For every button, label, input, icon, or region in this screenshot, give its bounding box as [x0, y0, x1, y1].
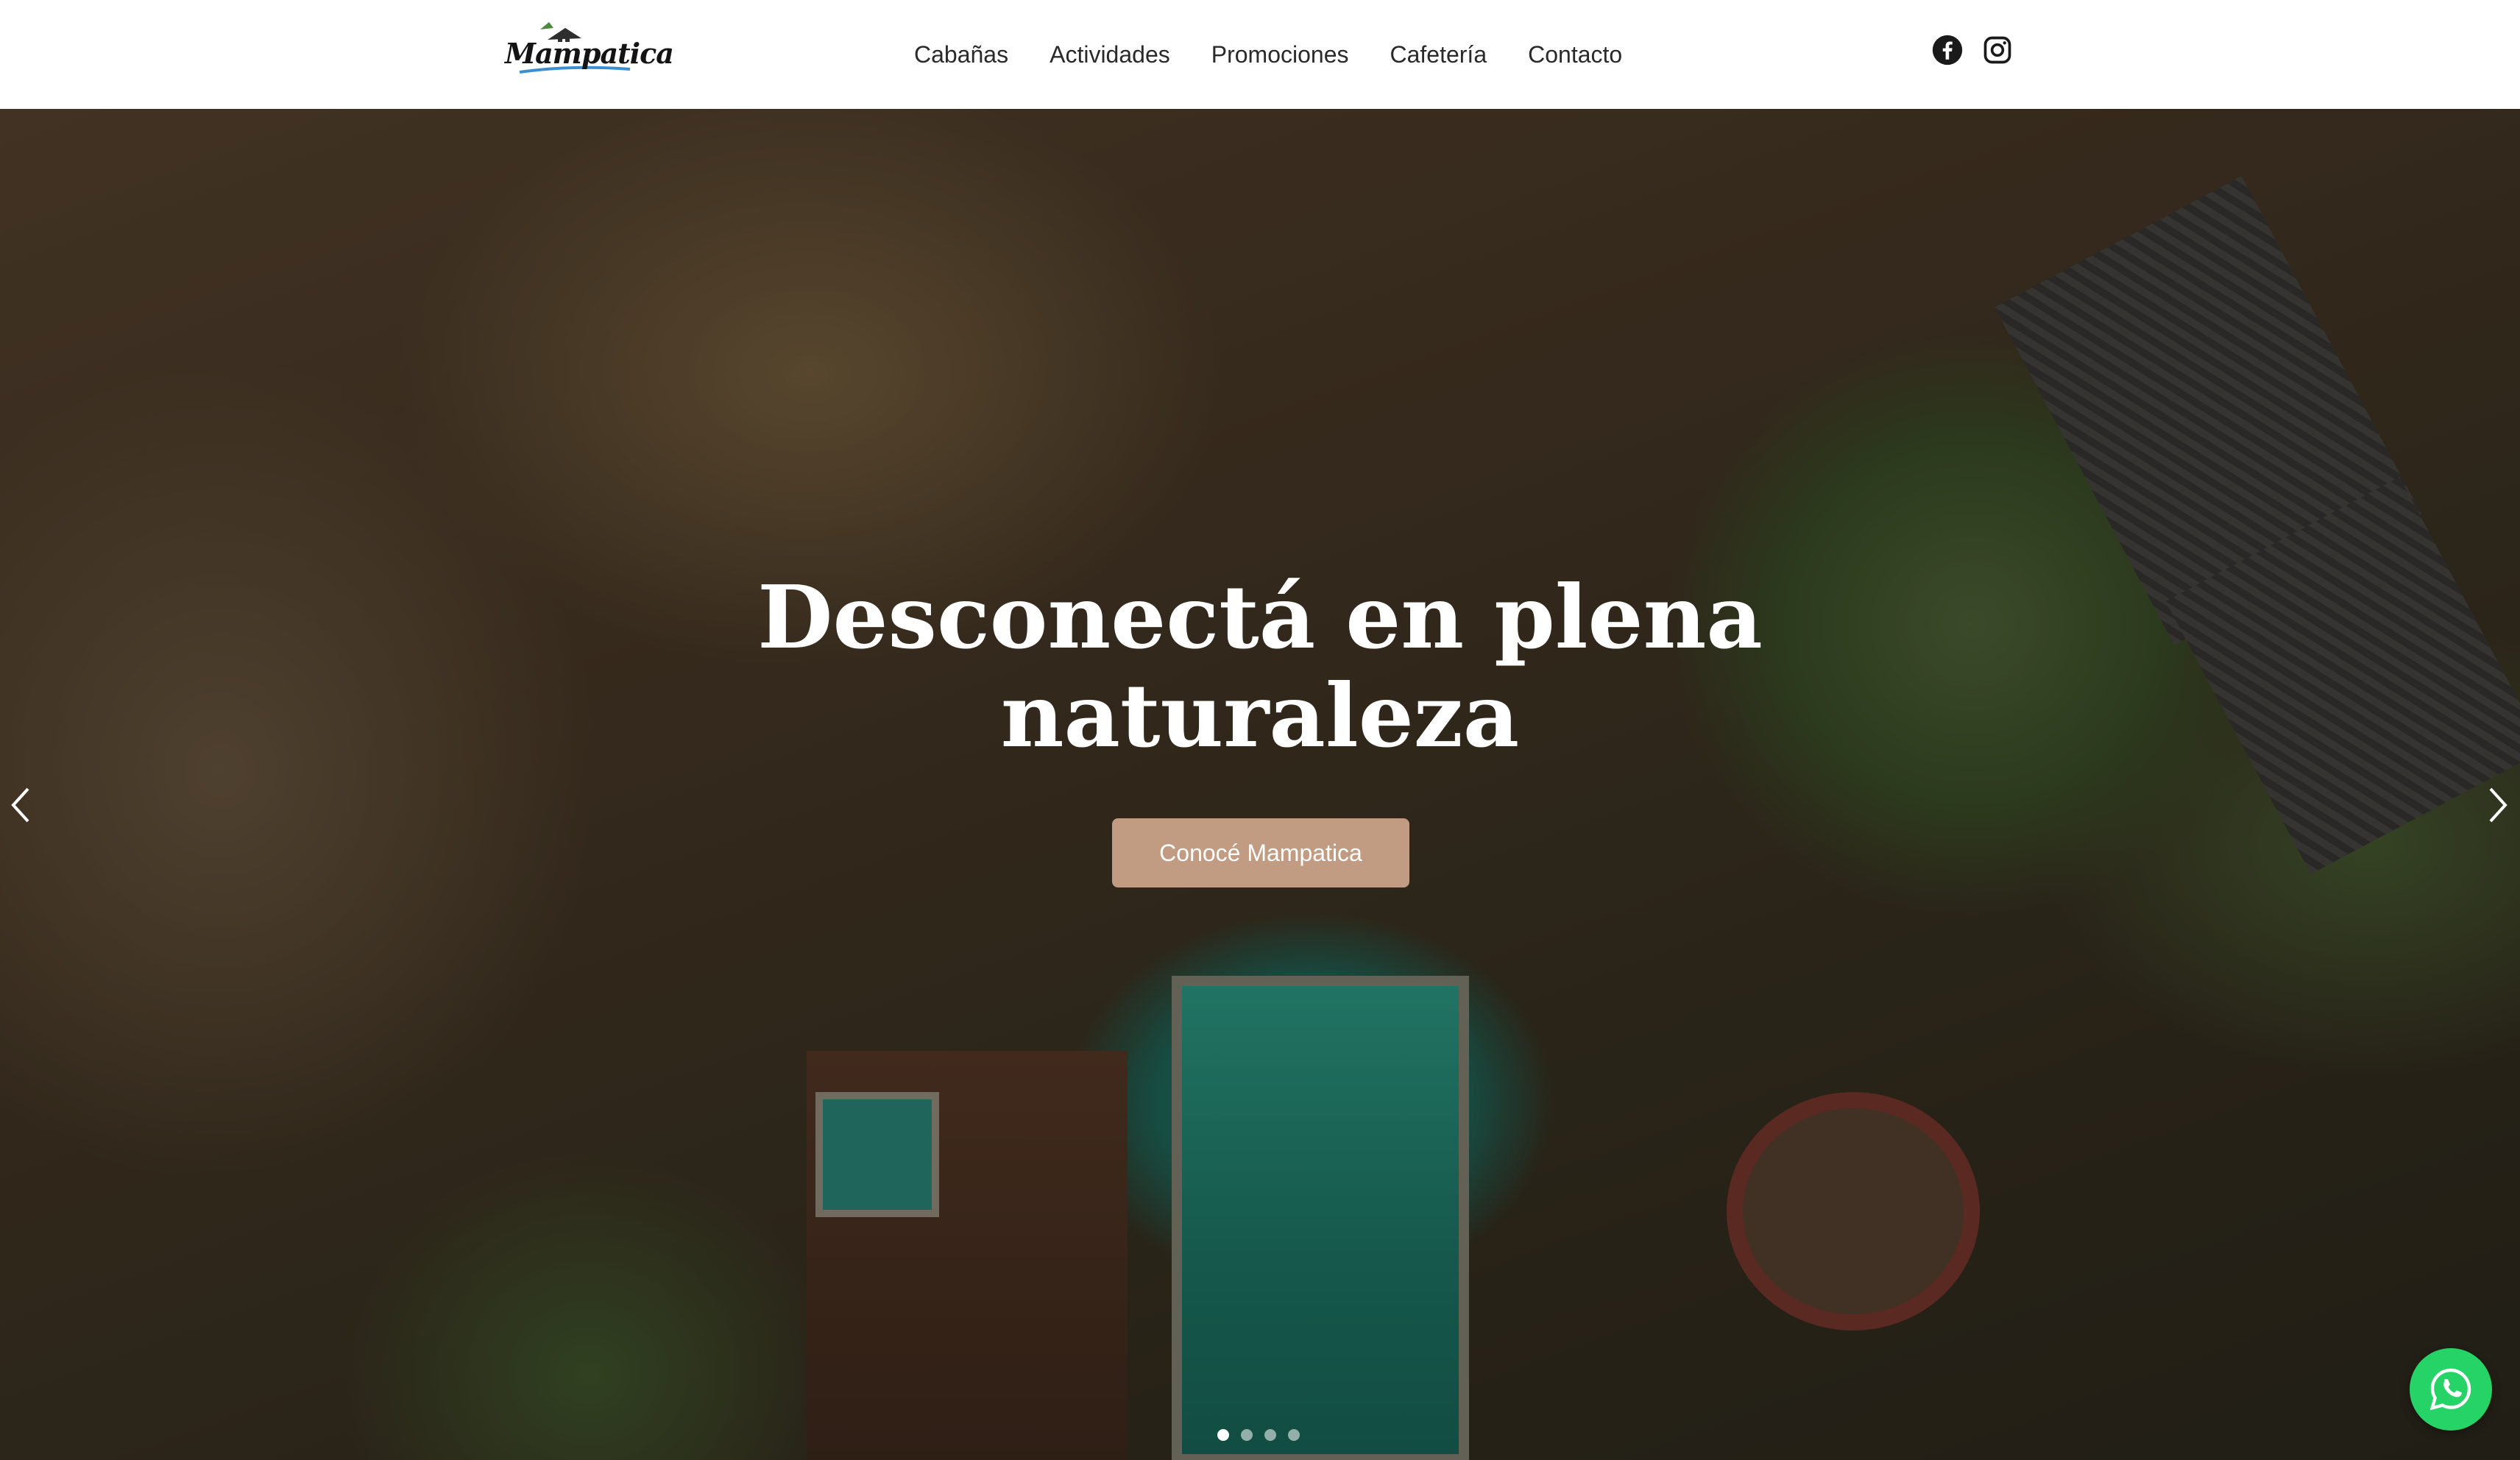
whatsapp-icon: [2429, 1368, 2471, 1411]
carousel-dot-4[interactable]: [1288, 1429, 1300, 1441]
cta-button[interactable]: Conocé Mampatica: [1112, 818, 1409, 887]
whatsapp-button[interactable]: [2410, 1348, 2492, 1431]
carousel-prev-button[interactable]: [6, 783, 35, 827]
chevron-left-icon: [11, 787, 29, 823]
logo-text: Mampatica: [505, 37, 674, 70]
hero-title: Desconectá en plena naturaleza: [757, 566, 1763, 767]
hero-overlay: [0, 109, 2520, 1460]
site-header: Mampatica Cabañas Actividades Promocione…: [0, 0, 2520, 109]
logo[interactable]: Mampatica: [505, 21, 674, 82]
carousel-dot-1[interactable]: [1217, 1429, 1229, 1441]
carousel-dot-2[interactable]: [1241, 1429, 1253, 1441]
carousel-next-button[interactable]: [2483, 783, 2513, 827]
nav-contacto[interactable]: Contacto: [1528, 41, 1622, 68]
chevron-right-icon: [2489, 787, 2507, 823]
nav-promociones[interactable]: Promociones: [1211, 41, 1349, 68]
nav-cabanas[interactable]: Cabañas: [914, 41, 1008, 68]
carousel-dot-3[interactable]: [1264, 1429, 1276, 1441]
instagram-icon[interactable]: [1981, 34, 2014, 66]
nav-cafeteria[interactable]: Cafetería: [1390, 41, 1487, 68]
facebook-icon[interactable]: [1931, 34, 1964, 66]
hero-carousel: Desconectá en plena naturaleza Conocé Ma…: [0, 109, 2520, 1460]
nav-actividades[interactable]: Actividades: [1050, 41, 1170, 68]
carousel-indicators: [1217, 1429, 1300, 1441]
social-links: [1931, 34, 2014, 66]
main-nav: Cabañas Actividades Promociones Cafeterí…: [914, 35, 1622, 74]
